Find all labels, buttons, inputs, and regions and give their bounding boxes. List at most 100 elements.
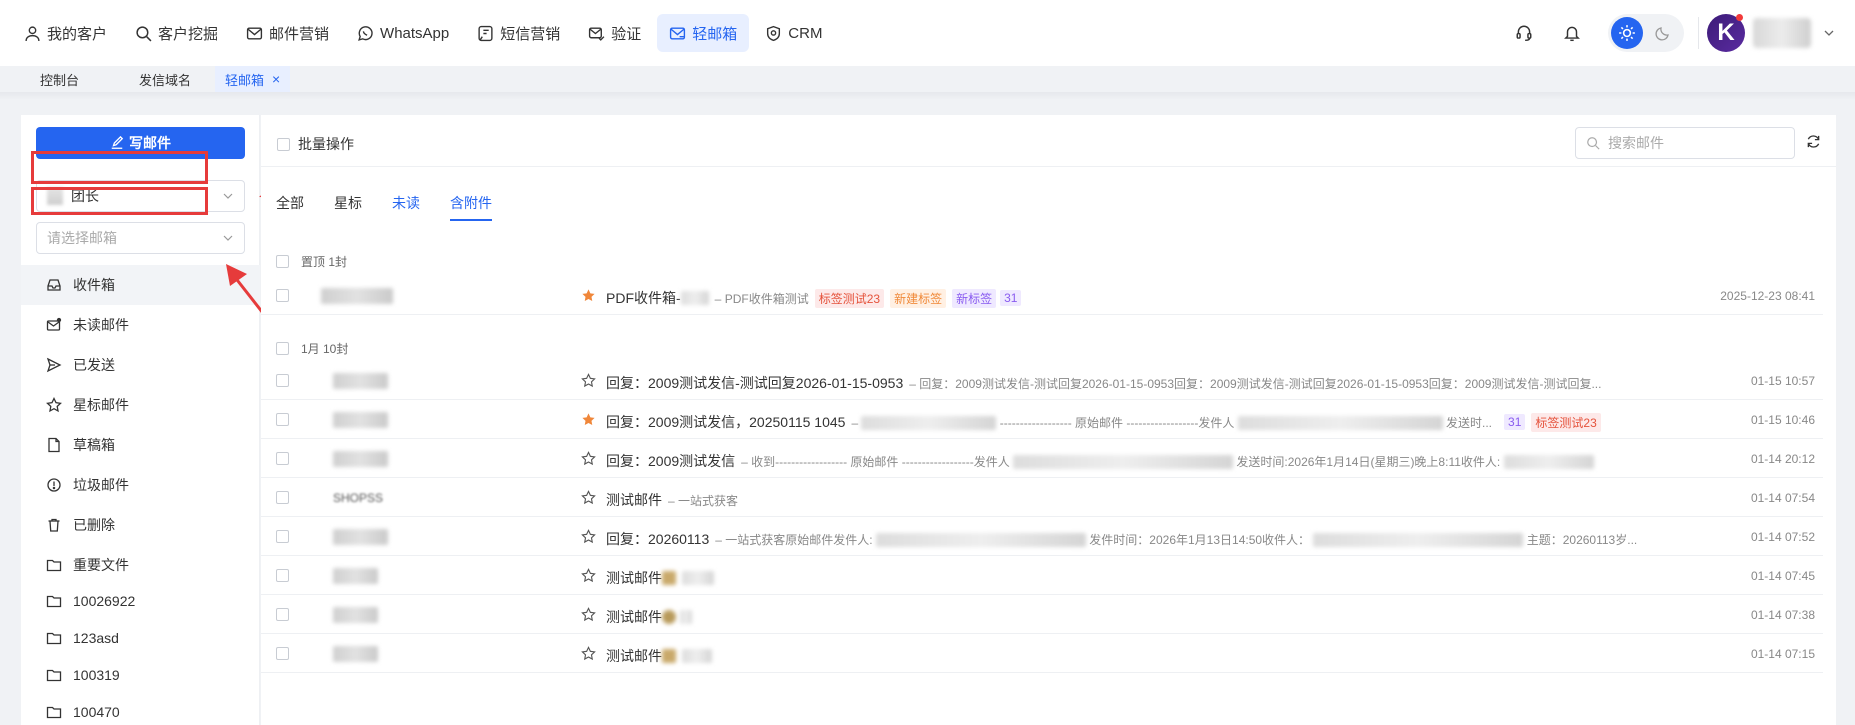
- theme-toggle[interactable]: [1608, 14, 1684, 52]
- tab-console[interactable]: 控制台: [20, 66, 99, 92]
- star-icon[interactable]: [581, 412, 596, 427]
- email-subject-line: 回复：20260113 – 一站式获客原始邮件发件人: 发件时间：2026年1月…: [606, 529, 1637, 549]
- filter-starred[interactable]: 星标: [334, 193, 362, 221]
- moon-icon: [1655, 27, 1669, 41]
- filter-all[interactable]: 全部: [276, 193, 304, 221]
- email-row[interactable]: 测试邮件 01-14 07:38: [261, 596, 1823, 634]
- email-subject: 回复：20260113: [606, 531, 710, 547]
- folder-starred[interactable]: 星标邮件: [21, 385, 260, 425]
- folder-123asd[interactable]: 123asd: [21, 617, 260, 659]
- folder-important[interactable]: 重要文件: [21, 545, 260, 585]
- email-row[interactable]: 测试邮件 01-14 07:45: [261, 557, 1823, 595]
- email-row[interactable]: 回复：2009测试发信，20250115 1045 – ------------…: [261, 401, 1823, 439]
- edit-icon: [111, 136, 124, 149]
- email-snippet: – ------------------ 原始邮件 --------------…: [851, 415, 1493, 431]
- star-icon[interactable]: [581, 288, 596, 303]
- nav-email-marketing[interactable]: 邮件营销: [234, 14, 341, 52]
- folder-sent[interactable]: 已发送: [21, 345, 260, 385]
- folder-inbox[interactable]: 收件箱: [21, 265, 260, 305]
- row-checkbox[interactable]: [276, 569, 289, 582]
- light-mode-button[interactable]: [1611, 17, 1643, 49]
- nav-whatsapp[interactable]: WhatsApp: [345, 14, 461, 52]
- folder-drafts[interactable]: 草稿箱: [21, 425, 260, 465]
- nav-verify[interactable]: 验证: [576, 14, 653, 52]
- filter-unread[interactable]: 未读: [392, 193, 420, 221]
- folder-label: 已发送: [73, 357, 115, 373]
- avatar-letter: K: [1717, 19, 1735, 46]
- snippet-text: 发送时...: [1446, 415, 1493, 430]
- nav-sms-marketing[interactable]: 短信营销: [465, 14, 572, 52]
- folder-label: 123asd: [73, 630, 119, 646]
- star-outline-icon[interactable]: [581, 451, 596, 466]
- sender-redacted: [321, 288, 393, 304]
- sender-redacted: [333, 529, 388, 545]
- snippet-text: 一站式获客原始邮件发件人:: [725, 532, 873, 547]
- bell-icon: [1564, 26, 1580, 42]
- avatar[interactable]: K: [1707, 14, 1745, 52]
- tab-sending-domain[interactable]: 发信域名: [119, 66, 211, 92]
- row-checkbox[interactable]: [276, 647, 289, 660]
- tag-badge: 31: [1504, 414, 1526, 430]
- star-outline-icon[interactable]: [581, 373, 596, 388]
- star-outline-icon[interactable]: [581, 607, 596, 622]
- tab-label: 发信域名: [139, 72, 192, 88]
- email-row[interactable]: 回复：20260113 – 一站式获客原始邮件发件人: 发件时间：2026年1月…: [261, 518, 1823, 556]
- row-checkbox[interactable]: [276, 289, 289, 302]
- row-checkbox[interactable]: [276, 530, 289, 543]
- chevron-down-icon: [223, 235, 233, 241]
- dark-mode-button[interactable]: [1647, 17, 1679, 49]
- folder-10026922[interactable]: 10026922: [21, 585, 260, 617]
- mailbox-select[interactable]: 请选择邮箱: [36, 222, 245, 254]
- group-label: 置顶 1封: [301, 254, 348, 269]
- email-row[interactable]: SHOPSS 测试邮件 – 一站式获客 01-14 07:54: [261, 479, 1823, 517]
- folder-icon: [46, 632, 62, 645]
- light-mail-icon: [670, 26, 686, 40]
- tab-light-mailbox[interactable]: 轻邮箱 ×: [215, 66, 291, 92]
- row-checkbox[interactable]: [276, 608, 289, 621]
- snippet-text: PDF收件箱测试: [724, 291, 809, 306]
- email-subject-line: 测试邮件: [606, 646, 712, 666]
- email-row[interactable]: 测试邮件 01-14 07:15: [261, 635, 1823, 673]
- star-outline-icon[interactable]: [581, 490, 596, 505]
- filter-attachments[interactable]: 含附件: [450, 193, 492, 221]
- row-checkbox[interactable]: [276, 374, 289, 387]
- nav-my-customers[interactable]: 我的客户: [12, 14, 119, 52]
- row-checkbox[interactable]: [276, 413, 289, 426]
- email-subject-line: 测试邮件 – 一站式获客: [606, 490, 738, 510]
- folder-spam[interactable]: 垃圾邮件: [21, 465, 260, 505]
- group-checkbox[interactable]: [276, 341, 289, 355]
- group-checkbox[interactable]: [276, 254, 289, 268]
- star-outline-icon[interactable]: [581, 646, 596, 661]
- select-all-checkbox[interactable]: [277, 137, 290, 151]
- email-time: 2025-12-23 08:41: [1720, 289, 1815, 303]
- trash-icon: [48, 518, 60, 532]
- email-row[interactable]: PDF收件箱- – PDF收件箱测试 标签测试23 新建标签 新标签 31 20…: [261, 277, 1823, 315]
- nav-customer-mining[interactable]: 客户挖掘: [123, 14, 230, 52]
- search-input[interactable]: 搜索邮件: [1575, 127, 1795, 159]
- star-outline-icon[interactable]: [581, 529, 596, 544]
- folder-unread[interactable]: 未读邮件: [21, 305, 260, 345]
- email-row[interactable]: 回复：2009测试发信-测试回复2026-01-15-0953 – 回复：200…: [261, 362, 1823, 400]
- tab-label: 控制台: [40, 72, 80, 88]
- sender-redacted: [333, 568, 378, 584]
- inbox-icon: [47, 279, 61, 291]
- support-button[interactable]: [1511, 20, 1537, 46]
- row-checkbox[interactable]: [276, 491, 289, 504]
- filter-tabs: 全部 星标 未读 含附件: [276, 193, 522, 221]
- chevron-down-icon[interactable]: [1823, 27, 1835, 39]
- refresh-icon[interactable]: [1806, 134, 1821, 149]
- close-icon[interactable]: ×: [272, 71, 280, 87]
- bulk-actions[interactable]: 批量操作: [277, 134, 354, 154]
- email-row[interactable]: 回复：2009测试发信 – 收到------------------ 原始邮件 …: [261, 440, 1823, 478]
- nav-light-mailbox[interactable]: 轻邮箱: [657, 14, 750, 52]
- row-checkbox[interactable]: [276, 452, 289, 465]
- folder-deleted[interactable]: 已删除: [21, 505, 260, 545]
- notifications-button[interactable]: [1559, 20, 1585, 46]
- nav-label: 轻邮箱: [692, 25, 738, 43]
- snippet-text: 一站式获客: [678, 493, 739, 508]
- unread-mail-icon: [46, 317, 62, 331]
- star-outline-icon[interactable]: [581, 568, 596, 583]
- folder-100319[interactable]: 100319: [21, 659, 260, 691]
- nav-crm[interactable]: CRM: [753, 14, 834, 52]
- folder-100470[interactable]: 100470: [21, 691, 260, 725]
